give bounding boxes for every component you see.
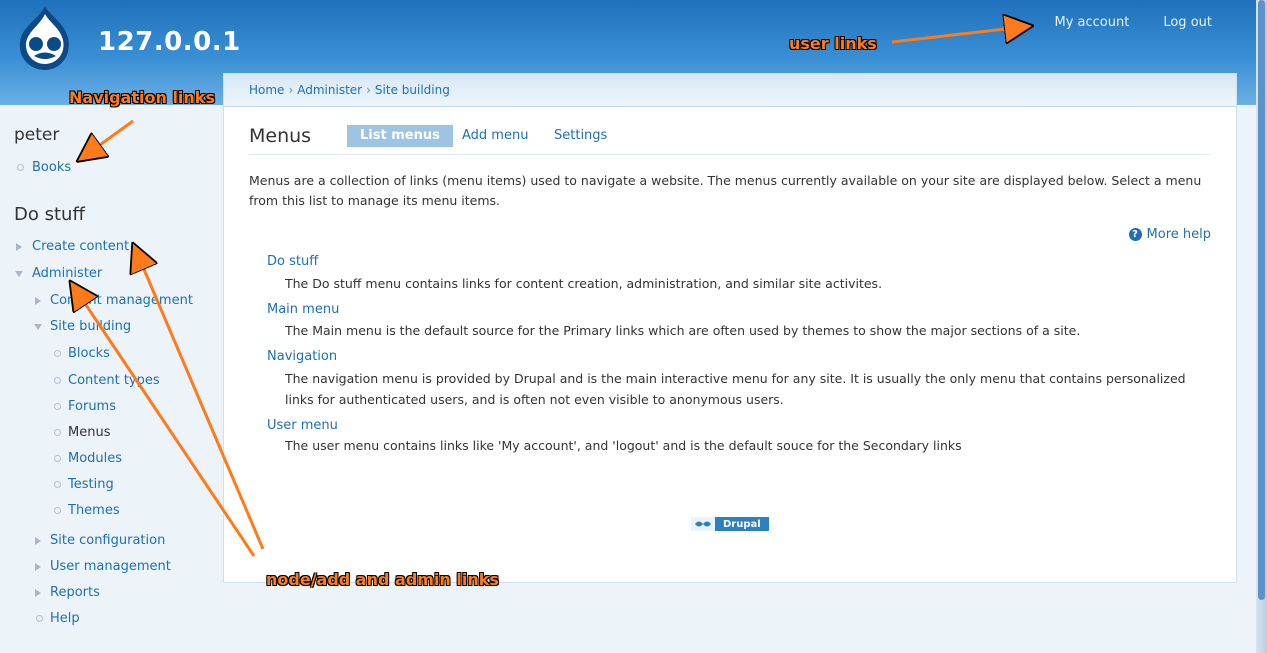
drupal-logo-icon[interactable] [12,4,78,72]
sidebar-item-books[interactable]: Books [32,160,71,175]
menu-description: The navigation menu is provided by Drupa… [285,371,1186,407]
sidebar-item-administer[interactable]: Administer [32,266,102,281]
sidebar-item-site-configuration[interactable]: Site configuration [50,533,165,548]
bullet-icon [54,403,61,410]
log-out-link[interactable]: Log out [1163,15,1212,30]
menu-link-user-menu[interactable]: User menu [267,418,338,433]
bullet-icon [54,481,61,488]
tab-settings[interactable]: Settings [554,125,607,147]
bullet-icon [36,615,43,622]
bullet-icon [54,429,61,436]
bullet-icon [54,377,61,384]
menu-description: The Main menu is the default source for … [285,323,1081,338]
breadcrumb-separator: › [288,83,294,97]
bullet-icon [17,164,24,171]
sidebar-item-help[interactable]: Help [50,611,80,626]
menu-link-main-menu[interactable]: Main menu [267,302,339,317]
help-icon: ? [1128,228,1142,241]
menu-description: The Do stuff menu contains links for con… [285,276,883,291]
menu-description: The user menu contains links like 'My ac… [285,438,962,453]
sidebar-item-forums[interactable]: Forums [68,399,116,414]
expanded-arrow-icon [34,324,42,330]
collapsed-arrow-icon [35,563,41,571]
sidebar-item-testing[interactable]: Testing [68,477,114,492]
bullet-icon [54,350,61,357]
sidebar: peter Books Do stuff Create content Admi… [0,105,222,653]
user-links: My account Log out [1055,15,1213,30]
main-content: Home › Administer › Site building Menus List… [223,73,1237,583]
expanded-arrow-icon [15,271,23,277]
bullet-icon [54,455,61,462]
drupal-drop-icon [691,517,715,531]
breadcrumb-home[interactable]: Home [249,83,284,97]
page-title: Menus [249,125,312,147]
sidebar-item-themes[interactable]: Themes [68,503,120,518]
powered-by-label: Drupal [723,518,761,530]
annotation-navigation-links: Navigation links [69,88,215,107]
breadcrumb-bar: Home › Administer › Site building [224,74,1236,107]
more-help-label[interactable]: More help [1147,227,1211,242]
breadcrumb-separator: › [366,83,371,97]
sidebar-item-create-content[interactable]: Create content [32,239,129,254]
sidebar-item-content-types[interactable]: Content types [68,373,160,388]
breadcrumb-site-building[interactable]: Site building [375,83,450,97]
menu-link-navigation[interactable]: Navigation [267,349,337,364]
collapsed-arrow-icon [35,537,41,545]
sidebar-item-modules[interactable]: Modules [68,451,122,466]
site-name[interactable]: 127.0.0.1 [98,27,241,57]
sidebar-item-site-building[interactable]: Site building [50,319,131,334]
divider [249,154,1211,155]
more-help-link[interactable]: ? More help [1128,227,1211,242]
sidebar-item-content-management[interactable]: Content management [50,293,193,308]
scrollbar-thumb[interactable] [1258,0,1265,600]
my-account-link[interactable]: My account [1055,15,1130,30]
collapsed-arrow-icon [16,243,22,251]
annotation-user-links: user links [789,34,877,53]
breadcrumb: Home › Administer › Site building [249,83,450,97]
collapsed-arrow-icon [35,589,41,597]
intro-text: Menus are a collection of links (menu it… [249,173,1202,208]
do-stuff-block-title: Do stuff [14,204,85,225]
user-block-title: peter [14,125,60,145]
powered-by-drupal-badge[interactable]: Drupal [691,517,769,531]
annotation-admin-links: node/add and admin links [266,570,499,589]
breadcrumb-administer[interactable]: Administer [297,83,362,97]
sidebar-item-user-management[interactable]: User management [50,559,171,574]
sidebar-item-menus[interactable]: Menus [68,425,110,440]
tab-add-menu[interactable]: Add menu [462,125,528,147]
bullet-icon [54,507,61,514]
collapsed-arrow-icon [35,297,41,305]
sidebar-item-reports[interactable]: Reports [50,585,100,600]
tab-list-menus[interactable]: List menus [347,125,453,147]
menu-link-do-stuff[interactable]: Do stuff [267,254,318,269]
sidebar-item-blocks[interactable]: Blocks [68,346,110,361]
scrollbar-track[interactable] [1256,0,1267,653]
